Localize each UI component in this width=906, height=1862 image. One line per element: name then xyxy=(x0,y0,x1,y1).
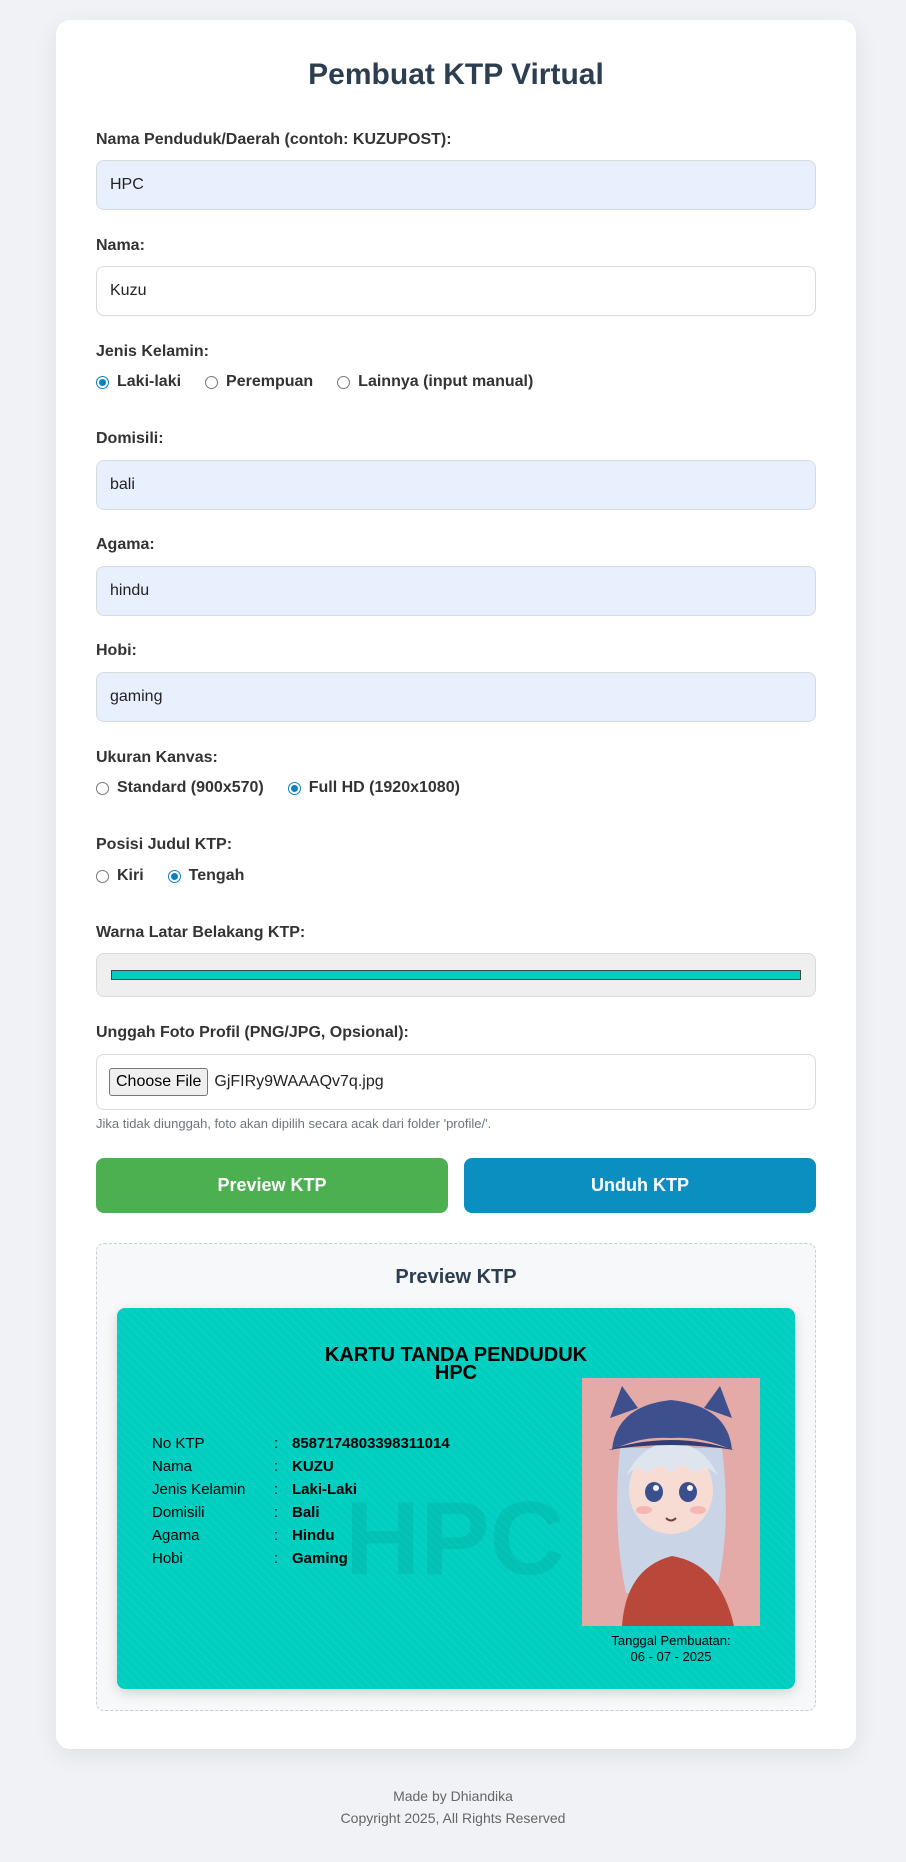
radio-unchecked-icon[interactable] xyxy=(96,781,109,795)
radio-checked-icon[interactable] xyxy=(96,375,109,389)
radio-unchecked-icon[interactable] xyxy=(205,375,219,389)
canvas-option-fullhd[interactable]: Full HD (1920x1080) xyxy=(287,779,460,797)
photo-upload-label: Unggah Foto Profil (PNG/JPG, Opsional): xyxy=(96,1024,409,1041)
footer-credit: Made by Dhiandika xyxy=(393,1788,513,1804)
ktp-date-label: Tanggal Pembuatan: xyxy=(611,1633,731,1648)
ktp-row-value: Hindu xyxy=(292,1527,335,1544)
bg-color-label: Warna Latar Belakang KTP: xyxy=(96,924,306,941)
gender-option-other[interactable]: Lainnya (input manual) xyxy=(337,373,533,391)
ktp-row-key: Agama xyxy=(152,1527,200,1544)
religion-input[interactable] xyxy=(96,566,816,616)
ktp-row-key: Domisili xyxy=(152,1504,205,1521)
title-position-radio-group: Kiri Tengah xyxy=(96,867,268,885)
ktp-row-separator: : xyxy=(274,1458,279,1475)
ktp-row-separator: : xyxy=(274,1435,279,1452)
ktp-row-domicile: Domisili : Bali xyxy=(152,1501,450,1524)
name-input[interactable] xyxy=(96,266,816,316)
religion-label: Agama: xyxy=(96,536,155,553)
ktp-row-key: Hobi xyxy=(152,1550,183,1567)
ktp-row-key: Jenis Kelamin xyxy=(152,1481,246,1498)
footer-copyright: Copyright 2025, All Rights Reserved xyxy=(340,1810,566,1826)
ktp-row-gender: Jenis Kelamin : Laki-Laki xyxy=(152,1478,450,1501)
title-position-option-label: Kiri xyxy=(117,867,144,884)
ktp-row-key: No KTP xyxy=(152,1435,205,1452)
form-card: Pembuat KTP Virtual Nama Penduduk/Daerah… xyxy=(56,20,856,1749)
ktp-info-list: No KTP : 8587174803398311014 Nama : KUZU… xyxy=(152,1432,450,1570)
profile-photo-illustration xyxy=(582,1378,760,1626)
ktp-row-value: 8587174803398311014 xyxy=(292,1435,450,1452)
ktp-row-value: KUZU xyxy=(292,1458,334,1475)
ktp-row-religion: Agama : Hindu xyxy=(152,1524,450,1547)
region-input[interactable] xyxy=(96,160,816,210)
bg-color-picker[interactable] xyxy=(96,953,816,997)
ktp-row-separator: : xyxy=(274,1527,279,1544)
region-label: Nama Penduduk/Daerah (contoh: KUZUPOST): xyxy=(96,131,452,148)
ktp-row-hobby: Hobi : Gaming xyxy=(152,1547,450,1570)
footer: Made by Dhiandika Copyright 2025, All Ri… xyxy=(0,1785,906,1829)
ktp-row-nik: No KTP : 8587174803398311014 xyxy=(152,1432,450,1455)
radio-unchecked-icon[interactable] xyxy=(96,869,109,883)
ktp-date-value: 06 - 07 - 2025 xyxy=(630,1649,712,1664)
preview-section: Preview KTP HPC KARTU TANDA PENDUDUK HPC… xyxy=(96,1243,816,1711)
ktp-row-separator: : xyxy=(274,1504,279,1521)
color-swatch[interactable] xyxy=(111,970,801,980)
choose-file-button[interactable]: Choose File xyxy=(109,1068,209,1096)
selected-filename: GjFIRy9WAAAQv7q.jpg xyxy=(214,1073,384,1090)
title-position-option-center[interactable]: Tengah xyxy=(167,867,245,885)
radio-unchecked-icon[interactable] xyxy=(337,375,351,389)
ktp-row-separator: : xyxy=(274,1481,279,1498)
hobby-input[interactable] xyxy=(96,672,816,722)
gender-option-label: Perempuan xyxy=(226,373,314,390)
radio-checked-icon[interactable] xyxy=(287,781,301,795)
ktp-row-value: Laki-Laki xyxy=(292,1481,358,1498)
preview-title: Preview KTP xyxy=(395,1266,517,1288)
gender-radio-group: Laki-laki Perempuan Lainnya (input manua… xyxy=(96,373,557,391)
title-position-label: Posisi Judul KTP: xyxy=(96,836,233,853)
domicile-input[interactable] xyxy=(96,460,816,510)
page-title: Pembuat KTP Virtual xyxy=(308,58,604,91)
profile-photo xyxy=(582,1378,760,1626)
ktp-row-key: Nama xyxy=(152,1458,193,1475)
ktp-row-separator: : xyxy=(274,1550,279,1567)
ktp-card: HPC KARTU TANDA PENDUDUK HPC No KTP : 85… xyxy=(117,1308,795,1689)
ktp-row-value: Bali xyxy=(292,1504,320,1521)
gender-option-female[interactable]: Perempuan xyxy=(205,373,313,391)
ktp-date-block: Tanggal Pembuatan: 06 - 07 - 2025 xyxy=(582,1633,760,1665)
gender-option-male[interactable]: Laki-laki xyxy=(96,373,181,391)
name-label: Nama: xyxy=(96,237,145,254)
canvas-radio-group: Standard (900x570) Full HD (1920x1080) xyxy=(96,779,484,797)
title-position-option-left[interactable]: Kiri xyxy=(96,867,144,885)
ktp-row-name: Nama : KUZU xyxy=(152,1455,450,1478)
ktp-heading-block: KARTU TANDA PENDUDUK HPC xyxy=(117,1345,795,1383)
domicile-label: Domisili: xyxy=(96,430,164,447)
hobby-label: Hobi: xyxy=(96,642,137,659)
gender-option-label: Lainnya (input manual) xyxy=(358,373,534,390)
title-position-option-label: Tengah xyxy=(188,867,245,884)
photo-file-input[interactable]: Choose File GjFIRy9WAAAQv7q.jpg xyxy=(96,1054,816,1110)
canvas-option-label: Standard (900x570) xyxy=(117,779,264,796)
canvas-option-label: Full HD (1920x1080) xyxy=(308,779,460,796)
canvas-label: Ukuran Kanvas: xyxy=(96,749,218,766)
gender-label: Jenis Kelamin: xyxy=(96,343,209,360)
photo-upload-hint: Jika tidak diunggah, foto akan dipilih s… xyxy=(96,1116,492,1131)
ktp-row-value: Gaming xyxy=(292,1550,348,1567)
download-ktp-button[interactable]: Unduh KTP xyxy=(464,1158,816,1213)
canvas-option-standard[interactable]: Standard (900x570) xyxy=(96,779,264,797)
radio-checked-icon[interactable] xyxy=(167,869,181,883)
preview-ktp-button[interactable]: Preview KTP xyxy=(96,1158,448,1213)
gender-option-label: Laki-laki xyxy=(117,373,182,390)
